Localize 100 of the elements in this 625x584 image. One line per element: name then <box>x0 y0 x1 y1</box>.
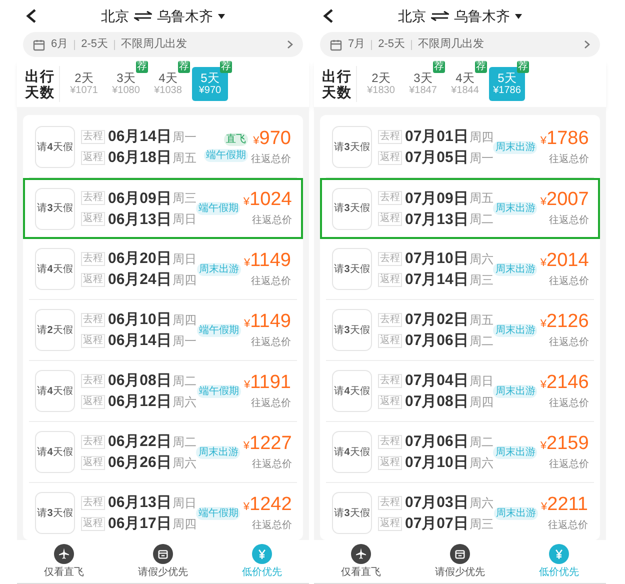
leg-label: 返程 <box>81 456 105 470</box>
origin-city[interactable]: 北京 <box>101 6 129 26</box>
flight-row[interactable]: 请4天假 去程 07月06日 周二 返程 07月10日 周六 周末出游 ¥2159 往返总价 <box>326 422 594 483</box>
price-note: 往返总价 <box>548 214 589 228</box>
flight-row[interactable]: 请3天假 去程 07月09日 周五 返程 07月13日 周二 周末出游 ¥2007 往返总价 <box>320 178 600 239</box>
date-text: 06月14日 <box>108 127 172 146</box>
weekday-text: 周六 <box>469 250 494 268</box>
flight-row[interactable]: 请3天假 去程 07月10日 周六 返程 07月14日 周三 周末出游 ¥2014 往返总价 <box>326 239 594 300</box>
date-text: 07月02日 <box>405 310 468 329</box>
calendar-icon <box>450 544 470 564</box>
leg-label: 去程 <box>81 434 105 448</box>
flight-row[interactable]: 请2天假 去程 06月10日 周四 返程 06月14日 周一 端午假期 ¥1149 往返总价 <box>29 300 297 361</box>
leave-days-badge: 请4天假 <box>332 370 372 412</box>
flight-row[interactable]: 请3天假 去程 07月02日 周五 返程 07月06日 周二 周末出游 ¥2126 往返总价 <box>326 300 594 361</box>
tag: 直飞 <box>224 132 248 146</box>
flight-row[interactable]: 请4天假 去程 06月20日 周日 返程 06月24日 周四 周末出游 ¥1149 往返总价 <box>29 239 297 300</box>
weekday-text: 周二 <box>469 211 494 228</box>
price-note: 往返总价 <box>252 518 292 532</box>
currency-symbol: ¥ <box>244 256 250 270</box>
leg-label: 去程 <box>81 374 105 388</box>
flight-row[interactable]: 请4天假 去程 07月04日 周日 返程 07月08日 周四 周末出游 ¥2146 往返总价 <box>326 361 594 422</box>
date-text: 07月10日 <box>405 249 468 268</box>
price: 1024 <box>250 189 292 211</box>
currency-symbol: ¥ <box>243 500 250 514</box>
date-text: 06月24日 <box>108 270 172 289</box>
chevron-right-icon <box>584 40 590 49</box>
date-text: 07月03日 <box>405 493 468 512</box>
weekday-text: 周三 <box>172 190 196 207</box>
date-text: 06月18日 <box>108 148 172 167</box>
day-tab[interactable]: 2天 ¥1830 <box>363 67 399 101</box>
price-note: 往返总价 <box>252 458 292 472</box>
price: 2014 <box>546 250 589 272</box>
price-note: 往返总价 <box>548 336 589 350</box>
price-note: 往返总价 <box>251 336 291 350</box>
origin-city[interactable]: 北京 <box>398 6 426 26</box>
sort-option[interactable]: 仅看直飞 <box>341 544 381 580</box>
price: 1191 <box>250 372 291 394</box>
caret-icon[interactable] <box>218 14 225 18</box>
weekday-text: 周五 <box>469 190 494 207</box>
sort-option[interactable]: 仅看直飞 <box>44 544 84 580</box>
weekday-text: 周日 <box>172 211 196 228</box>
leave-days-badge: 请3天假 <box>35 188 75 230</box>
weekday-text: 周四 <box>469 128 494 146</box>
leg-label: 去程 <box>378 130 402 144</box>
tag: 周末出游 <box>493 140 538 154</box>
price: 2007 <box>546 189 589 211</box>
date-text: 06月17日 <box>108 514 172 533</box>
day-tab[interactable]: 2天 ¥1071 <box>66 67 102 101</box>
weekday-text: 周四 <box>172 516 196 532</box>
destination-city[interactable]: 乌鲁木齐 <box>157 6 213 26</box>
weekday-text: 周日 <box>172 250 196 268</box>
swap-icon[interactable] <box>431 11 449 21</box>
leave-days-badge: 请3天假 <box>332 248 372 290</box>
currency-symbol: ¥ <box>244 378 250 392</box>
flight-row[interactable]: 请4天假 去程 06月22日 周二 返程 06月26日 周六 周末出游 ¥1227 往返总价 <box>29 422 297 483</box>
trip-days-label: 出行天数 <box>322 68 352 100</box>
calendar-icon <box>33 38 45 50</box>
date-text: 06月22日 <box>108 432 172 451</box>
date-text: 06月10日 <box>108 310 172 329</box>
filter-bar[interactable]: 6月 2-5天 不限周几出发 <box>23 32 303 57</box>
weekday-text: 周二 <box>469 332 494 350</box>
weekday-text: 周一 <box>172 332 196 350</box>
yen-icon <box>549 544 569 564</box>
price-note: 往返总价 <box>251 274 291 288</box>
tag: 周末出游 <box>493 446 538 458</box>
weekday-text: 周四 <box>469 394 494 410</box>
filter-bar[interactable]: 7月 2-5天 不限周几出发 <box>320 32 600 57</box>
flight-row[interactable]: 请4天假 去程 06月08日 周二 返程 06月12日 周六 端午假期 ¥1191 往返总价 <box>29 361 297 422</box>
sort-option[interactable]: 请假少优先 <box>138 544 188 580</box>
flight-row[interactable]: 请3天假 去程 06月13日 周日 返程 06月17日 周四 端午假期 ¥1242 往返总价 <box>29 483 297 540</box>
currency-symbol: ¥ <box>540 256 546 270</box>
currency-symbol: ¥ <box>540 378 546 392</box>
weekday-text: 周三 <box>469 272 494 288</box>
date-text: 07月01日 <box>405 127 468 146</box>
swap-icon[interactable] <box>134 11 152 21</box>
weekday-text: 周四 <box>172 272 196 288</box>
weekday-text: 周三 <box>469 516 494 532</box>
leave-days-badge: 请4天假 <box>332 431 372 473</box>
plane-icon <box>351 544 371 564</box>
tag: 端午假期 <box>197 384 242 398</box>
flight-row[interactable]: 请3天假 去程 06月09日 周三 返程 06月13日 周日 端午假期 ¥1024 往返总价 <box>23 178 303 239</box>
tag: 端午假期 <box>204 148 248 162</box>
date-text: 07月05日 <box>405 148 468 167</box>
leg-label: 去程 <box>81 130 105 144</box>
caret-icon[interactable] <box>515 14 522 18</box>
weekday-filter: 不限周几出发 <box>121 37 188 52</box>
flight-row[interactable]: 请3天假 去程 07月03日 周六 返程 07月07日 周三 周末出游 ¥2211 往返总价 <box>326 483 594 540</box>
recommend-badge: 荐 <box>517 61 529 73</box>
currency-symbol: ¥ <box>541 500 548 514</box>
currency-symbol: ¥ <box>540 316 546 332</box>
price: 1149 <box>250 250 291 272</box>
destination-city[interactable]: 乌鲁木齐 <box>454 6 510 26</box>
weekday-text: 周五 <box>172 150 196 166</box>
sort-option[interactable]: 请假少优先 <box>435 544 485 580</box>
leg-label: 去程 <box>378 374 402 388</box>
tag: 周末出游 <box>493 202 538 215</box>
leg-label: 去程 <box>81 191 105 205</box>
date-text: 07月04日 <box>405 371 468 390</box>
leave-days-badge: 请4天假 <box>35 431 75 473</box>
month-filter: 6月 <box>51 37 68 52</box>
